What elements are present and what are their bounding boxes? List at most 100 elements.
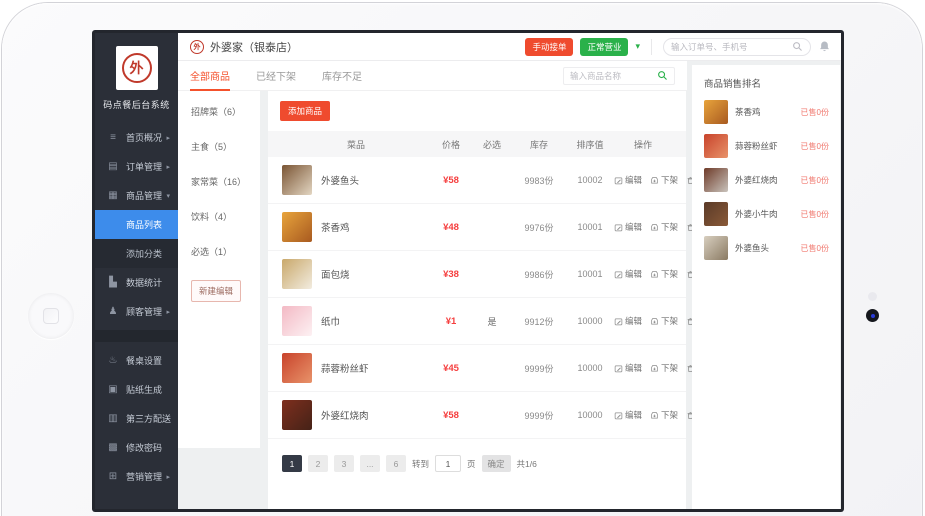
off-shelf-button[interactable]: 下架 — [650, 268, 678, 280]
product-table-panel: 添加商品 菜品 价格 必选 库存 排序值 操作 — [268, 91, 686, 509]
sidebar-item-order-management[interactable]: ▤ 订单管理 ▸ — [95, 152, 178, 181]
page-button-1[interactable]: 1 — [282, 455, 302, 472]
search-icon[interactable] — [792, 41, 803, 52]
order-search-input[interactable] — [671, 42, 792, 52]
table-row: 面包烧 ¥38 9986份 10001 编辑 下架 删除 — [268, 251, 686, 298]
sidebar-item-table-settings[interactable]: ♨ 餐桌设置 — [95, 346, 178, 375]
dish-photo — [704, 134, 728, 158]
ranking-item: 茶香鸡 已售0份 — [704, 100, 829, 124]
product-tabs: 全部商品 已经下架 库存不足 — [178, 61, 687, 91]
dish-photo — [282, 165, 312, 195]
category-drinks[interactable]: 饮料（4） — [191, 210, 260, 223]
col-sort: 排序值 — [566, 138, 614, 151]
notification-bell-icon[interactable] — [818, 40, 831, 53]
dish-price: ¥48 — [430, 222, 472, 233]
sold-count: 已售0份 — [801, 243, 829, 254]
edit-icon — [614, 223, 623, 232]
off-shelf-button[interactable]: 下架 — [650, 409, 678, 421]
app-window: 外 码点餐后台系统 ≡ 首页概况 ▸ ▤ 订单管理 ▸ — [95, 33, 841, 509]
sold-count: 已售0份 — [801, 107, 829, 118]
off-shelf-button[interactable]: 下架 — [650, 174, 678, 186]
manual-order-button[interactable]: 手动接单 — [525, 38, 573, 56]
home-icon: ≡ — [106, 132, 120, 143]
sidebar-item-customer-management[interactable]: ♟ 顾客管理 ▸ — [95, 297, 178, 326]
category-required[interactable]: 必选（1） — [191, 245, 260, 258]
edit-button[interactable]: 编辑 — [614, 174, 642, 186]
brand-logo: 外 — [116, 46, 158, 90]
customer-icon: ♟ — [106, 306, 120, 317]
category-home-dishes[interactable]: 家常菜（16） — [191, 175, 260, 188]
off-shelf-button[interactable]: 下架 — [650, 221, 678, 233]
sidebar-item-product-list[interactable]: 商品列表 — [95, 210, 178, 239]
col-dish: 菜品 — [282, 138, 430, 151]
sales-ranking-panel: 商品销售排名 茶香鸡 已售0份 蒜蓉粉丝虾 已售0份 — [692, 65, 840, 509]
page-button-3[interactable]: 3 — [334, 455, 354, 472]
sidebar-item-change-password[interactable]: ▩ 修改密码 — [95, 433, 178, 462]
sidebar-item-add-category[interactable]: 添加分类 — [95, 239, 178, 268]
col-required: 必选 — [472, 138, 512, 151]
col-stock: 库存 — [512, 138, 566, 151]
sidebar-item-product-management[interactable]: ▦ 商品管理 ▾ — [95, 181, 178, 210]
ranking-item: 外婆小牛肉 已售0份 — [704, 202, 829, 226]
sidebar-item-data-statistics[interactable]: ▙ 数据统计 — [95, 268, 178, 297]
page-button-ellipsis[interactable]: ... — [360, 455, 380, 472]
off-shelf-button[interactable]: 下架 — [650, 315, 678, 327]
main-content: 全部商品 已经下架 库存不足 招牌菜（6） 主食（5） 家常菜（16） 饮料 — [178, 61, 841, 509]
add-product-button[interactable]: 添加商品 — [280, 101, 330, 121]
off-shelf-icon — [650, 270, 659, 279]
table-row: 纸巾 ¥1 是 9912份 10000 编辑 下架 删除 — [268, 298, 686, 345]
brand-logo-icon: 外 — [122, 53, 152, 83]
edit-button[interactable]: 编辑 — [614, 409, 642, 421]
product-search-icon[interactable] — [657, 70, 668, 81]
tab-low-stock[interactable]: 库存不足 — [322, 61, 362, 91]
home-button[interactable] — [28, 293, 74, 339]
tab-off-shelf[interactable]: 已经下架 — [256, 61, 296, 91]
dish-sort: 10000 — [566, 363, 614, 373]
password-icon: ▩ — [106, 442, 120, 453]
dish-sort: 10000 — [566, 316, 614, 326]
page-button-6[interactable]: 6 — [386, 455, 406, 472]
edit-button[interactable]: 编辑 — [614, 268, 642, 280]
chevron-down-icon: ▾ — [166, 192, 170, 200]
goto-page-input[interactable] — [435, 455, 461, 472]
sidebar-item-home-overview[interactable]: ≡ 首页概况 ▸ — [95, 123, 178, 152]
status-chevron-down-icon[interactable]: ▾ — [635, 41, 640, 52]
chevron-right-icon: ▸ — [166, 163, 170, 171]
sidebar-item-third-party-delivery[interactable]: ▥ 第三方配送 — [95, 404, 178, 433]
dish-price: ¥38 — [430, 269, 472, 280]
off-shelf-icon — [650, 176, 659, 185]
page-unit-label: 页 — [467, 458, 476, 470]
sidebar-item-marketing-management[interactable]: ⊞ 营销管理 ▸ — [95, 462, 178, 491]
dish-stock: 9999份 — [512, 409, 566, 422]
new-edit-button[interactable]: 新建编辑 — [191, 280, 241, 302]
goto-confirm-button[interactable]: 确定 — [482, 455, 511, 472]
dish-photo — [282, 259, 312, 289]
category-list: 招牌菜（6） 主食（5） 家常菜（16） 饮料（4） 必选（1） 新建编辑 — [178, 91, 260, 448]
col-actions: 操作 — [614, 138, 672, 151]
edit-button[interactable]: 编辑 — [614, 362, 642, 374]
off-shelf-icon — [650, 317, 659, 326]
tab-all-products[interactable]: 全部商品 — [190, 61, 230, 91]
sold-count: 已售0份 — [801, 141, 829, 152]
dish-sort: 10000 — [566, 410, 614, 420]
dish-photo — [282, 212, 312, 242]
edit-icon — [614, 270, 623, 279]
page-button-2[interactable]: 2 — [308, 455, 328, 472]
sidebar-item-sticker-generation[interactable]: ▣ 贴纸生成 — [95, 375, 178, 404]
off-shelf-icon — [650, 364, 659, 373]
top-header: 外 外婆家（银泰店） 手动接单 正常营业 ▾ — [178, 33, 841, 61]
product-search-input[interactable] — [570, 71, 657, 81]
system-name: 码点餐后台系统 — [95, 98, 178, 111]
business-status-button[interactable]: 正常营业 — [580, 38, 628, 56]
sold-count: 已售0份 — [801, 175, 829, 186]
table-row: 蒜蓉粉丝虾 ¥45 9999份 10000 编辑 下架 删除 — [268, 345, 686, 392]
edit-button[interactable]: 编辑 — [614, 221, 642, 233]
category-signature-dishes[interactable]: 招牌菜（6） — [191, 105, 260, 118]
off-shelf-icon — [650, 411, 659, 420]
col-price: 价格 — [430, 138, 472, 151]
light-sensor — [868, 292, 877, 301]
category-staple-food[interactable]: 主食（5） — [191, 140, 260, 153]
off-shelf-button[interactable]: 下架 — [650, 362, 678, 374]
edit-button[interactable]: 编辑 — [614, 315, 642, 327]
goods-icon: ▦ — [106, 190, 120, 201]
